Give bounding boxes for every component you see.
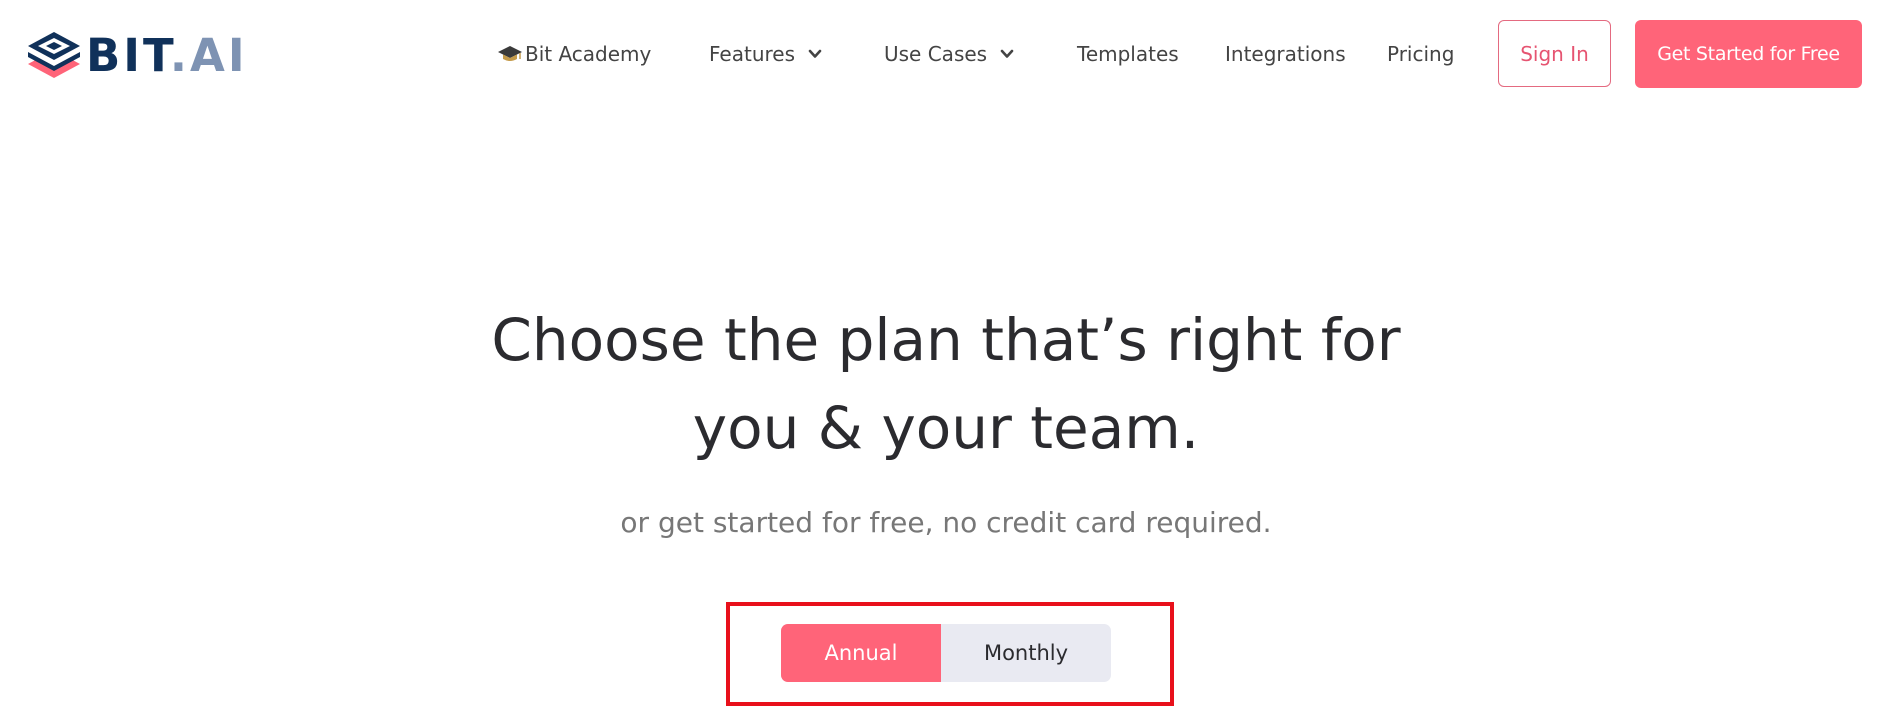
nav-templates-label: Templates xyxy=(1077,42,1179,66)
nav-use-cases[interactable]: Use Cases xyxy=(884,38,1015,70)
bit-ai-logo[interactable]: BIT.AI xyxy=(26,30,248,82)
logo-ai-text: .AI xyxy=(169,29,248,82)
nav-features[interactable]: Features xyxy=(709,38,823,70)
sign-in-button[interactable]: Sign In xyxy=(1498,20,1611,87)
page-subtitle: or get started for free, no credit card … xyxy=(620,506,1272,539)
page-title: Choose the plan that’s right for you & y… xyxy=(0,296,1884,472)
nav-pricing[interactable]: Pricing xyxy=(1387,38,1454,70)
annual-toggle-button[interactable]: Annual xyxy=(781,624,941,682)
monthly-toggle-button[interactable]: Monthly xyxy=(941,624,1111,682)
chevron-down-icon xyxy=(1000,49,1014,58)
top-navigation: BIT.AI Bit Academy Features Use Cases Te… xyxy=(0,0,1884,108)
billing-period-toggle: Annual Monthly xyxy=(781,624,1111,682)
graduation-cap-icon xyxy=(498,46,522,61)
logo-bit-text: BIT xyxy=(86,29,170,82)
page-title-line-2: you & your team. xyxy=(692,394,1200,462)
logo-wordmark: BIT.AI xyxy=(86,30,248,82)
nav-templates[interactable]: Templates xyxy=(1077,38,1179,70)
nav-features-label: Features xyxy=(709,42,795,66)
nav-integrations[interactable]: Integrations xyxy=(1225,38,1346,70)
nav-bit-academy-label: Bit Academy xyxy=(525,42,652,66)
layers-logo-icon xyxy=(28,32,80,78)
nav-use-cases-label: Use Cases xyxy=(884,42,988,66)
chevron-down-icon xyxy=(808,49,822,58)
get-started-button[interactable]: Get Started for Free xyxy=(1635,20,1862,88)
page-title-line-1: Choose the plan that’s right for xyxy=(491,306,1401,374)
nav-integrations-label: Integrations xyxy=(1225,42,1346,66)
nav-bit-academy[interactable]: Bit Academy xyxy=(497,38,651,70)
nav-pricing-label: Pricing xyxy=(1387,42,1455,66)
